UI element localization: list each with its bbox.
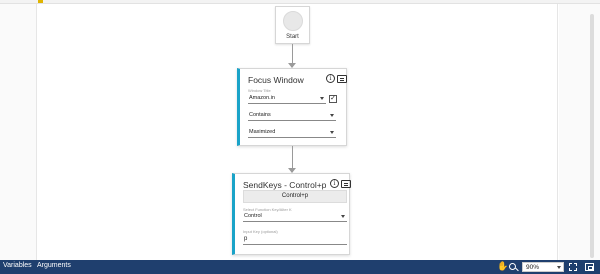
window-title-select[interactable]: Amazon.in [248,93,326,104]
match-type-select[interactable]: Contains [248,110,336,121]
window-state-value: Maximized [249,129,276,135]
zoom-select[interactable]: 90% [522,262,564,272]
keys-display-box[interactable]: Control+p [243,190,347,203]
activity-title: SendKeys - Control+p [243,180,327,190]
activity-title: Focus Window [248,75,304,85]
window-title-value: Amazon.in [249,95,275,101]
pan-hand-icon[interactable]: ✋ [497,262,508,271]
overview-icon[interactable] [585,263,594,271]
info-icon[interactable]: i [326,74,335,83]
start-label: Start [286,34,299,40]
status-bar: Variables Arguments ✋ 90% [0,260,600,274]
vertical-scrollbar[interactable] [590,14,594,258]
modifier-select[interactable]: Control [243,211,347,222]
input-key-value: p [244,236,248,242]
modifier-value: Control [244,213,262,219]
annotation-icon[interactable] [337,75,347,83]
variables-tab[interactable]: Variables [3,262,32,269]
chevron-down-icon [557,266,561,269]
fit-to-screen-icon[interactable] [568,262,578,272]
focus-window-activity[interactable]: Focus Window i Window Title Amazon.in ✓ … [237,68,347,146]
start-circle-icon [283,11,303,31]
start-node[interactable]: Start [275,6,310,44]
window-state-select[interactable]: Maximized [248,127,336,138]
connector-start-to-focus [292,44,293,64]
annotation-icon[interactable] [341,180,351,188]
left-gutter [0,4,36,260]
sendkeys-activity[interactable]: SendKeys - Control+p i Control+p Select … [232,173,351,255]
connector-focus-to-sendkeys [292,146,293,169]
chevron-down-icon [330,131,334,134]
match-type-value: Contains [249,112,271,118]
arguments-tab[interactable]: Arguments [37,262,71,269]
chevron-down-icon [341,215,345,218]
zoom-value: 90% [526,264,540,271]
window-title-checkbox[interactable]: ✓ [329,95,337,103]
chevron-down-icon [330,114,334,117]
warning-indicator [38,0,43,3]
input-key-field[interactable]: p [243,234,347,245]
zoom-magnifier-icon[interactable] [509,263,516,270]
chevron-down-icon [320,97,324,100]
info-icon[interactable]: i [330,179,339,188]
